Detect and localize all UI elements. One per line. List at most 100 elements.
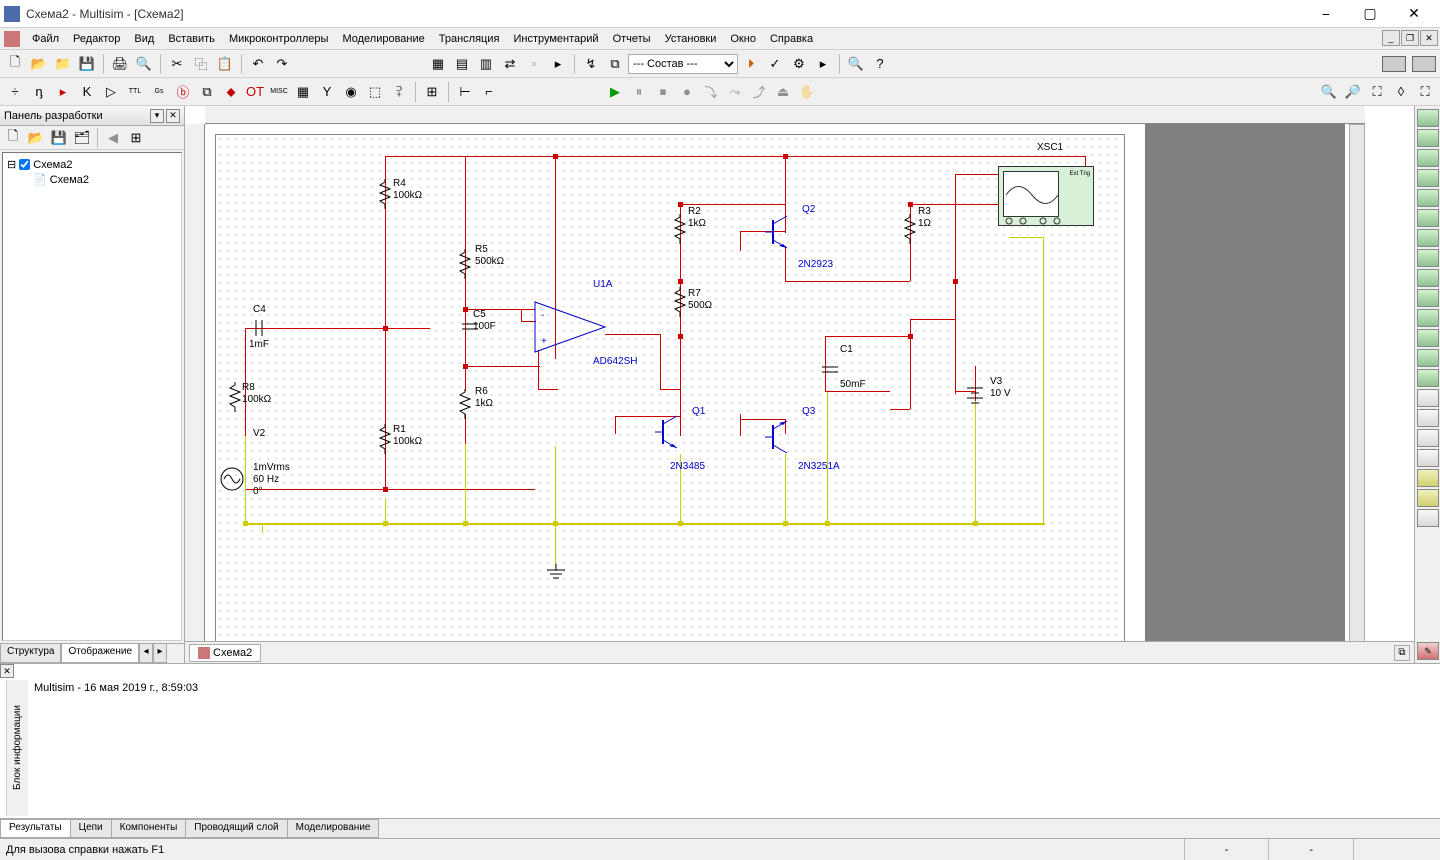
maximize-button[interactable]: ▢ <box>1348 1 1392 27</box>
sim-step-icon[interactable]: ● <box>676 81 698 103</box>
tab-right-arrow[interactable]: ▸ <box>153 644 167 663</box>
cmos-comp-icon[interactable]: Gs <box>148 81 170 103</box>
panel-open-icon[interactable]: 📂 <box>25 127 47 149</box>
panel-prev-icon[interactable]: ◀ <box>102 127 124 149</box>
step-into-icon[interactable]: ⤵ <box>700 81 722 103</box>
panel-saveall-icon[interactable]: 🗂 <box>71 127 93 149</box>
transistor-comp-icon[interactable]: K <box>76 81 98 103</box>
print-icon[interactable]: 🖨 <box>109 53 131 75</box>
step-out-icon[interactable]: ⤴ <box>748 81 770 103</box>
connector-icon[interactable]: ⫀ <box>388 81 410 103</box>
menu-reports[interactable]: Отчеты <box>607 31 657 47</box>
power-comp-icon[interactable]: OT <box>244 81 266 103</box>
bode-icon[interactable] <box>1417 209 1439 227</box>
current-clamp-icon[interactable] <box>1417 509 1439 527</box>
step-over-icon[interactable]: ⤳ <box>724 81 746 103</box>
diode-comp-icon[interactable]: ▸ <box>52 81 74 103</box>
panel-close-button[interactable]: ✕ <box>166 109 180 123</box>
advper-comp-icon[interactable]: ▦ <box>292 81 314 103</box>
tab-display[interactable]: Отображение <box>61 644 139 663</box>
panel-hier-icon[interactable]: ⊞ <box>125 127 147 149</box>
wordgen-icon[interactable] <box>1417 249 1439 267</box>
elec-check-icon[interactable]: ✓ <box>764 53 786 75</box>
tree-child[interactable]: 📄Схема2 <box>7 172 177 187</box>
cross-probe-icon[interactable]: ▫ <box>523 53 545 75</box>
db-manager-icon[interactable]: ▥ <box>475 53 497 75</box>
menu-instr[interactable]: Инструментарий <box>507 31 604 47</box>
sim-stop-icon[interactable]: ⏹ <box>652 81 674 103</box>
oscilloscope-xsc1[interactable]: Ext Trig <box>998 166 1094 226</box>
breadboard-icon[interactable]: ⧉ <box>604 53 626 75</box>
wattmeter-icon[interactable] <box>1417 149 1439 167</box>
menu-view[interactable]: Вид <box>128 31 160 47</box>
funcgen-icon[interactable] <box>1417 129 1439 147</box>
freqcounter-icon[interactable] <box>1417 229 1439 247</box>
new-icon[interactable]: 🗋 <box>4 53 26 75</box>
copy-icon[interactable]: ⿻ <box>190 53 212 75</box>
menu-trans[interactable]: Трансляция <box>433 31 506 47</box>
results-close[interactable]: ✕ <box>0 664 14 678</box>
network-icon[interactable] <box>1417 369 1439 387</box>
zoom-area-icon[interactable]: ⛶ <box>1366 81 1388 103</box>
tree-root-check[interactable] <box>19 159 30 170</box>
logic-analyzer-icon[interactable] <box>1417 269 1439 287</box>
agilent-scope-icon[interactable] <box>1417 409 1439 427</box>
mixed-comp-icon[interactable]: ⧉ <box>196 81 218 103</box>
results-tab-layer[interactable]: Проводящий слой <box>185 819 287 838</box>
menu-sim[interactable]: Моделирование <box>336 31 430 47</box>
results-tab-components[interactable]: Компоненты <box>111 819 187 838</box>
minimize-button[interactable]: − <box>1304 1 1348 27</box>
junction-icon[interactable]: ⌐ <box>478 81 500 103</box>
rf-comp-icon[interactable]: Y <box>316 81 338 103</box>
analog-comp-icon[interactable]: ▷ <box>100 81 122 103</box>
mdi-minimize[interactable]: _ <box>1382 30 1400 46</box>
logic-conv-icon[interactable] <box>1417 289 1439 307</box>
zoom-out-icon[interactable]: 🔎 <box>1342 81 1364 103</box>
basic-comp-icon[interactable]: ᶇ <box>28 81 50 103</box>
results-tab-modeling[interactable]: Моделирование <box>287 819 380 838</box>
tab-structure[interactable]: Структура <box>0 644 61 663</box>
open-icon[interactable]: 📂 <box>28 53 50 75</box>
help-icon[interactable]: ? <box>869 53 891 75</box>
indicator-comp-icon[interactable]: ⬥ <box>220 81 242 103</box>
menu-file[interactable]: Файл <box>26 31 65 47</box>
spectrum-icon[interactable] <box>1417 349 1439 367</box>
close-button[interactable]: ✕ <box>1392 1 1436 27</box>
probe-icon[interactable]: ✎ <box>1417 642 1439 660</box>
misc-comp-icon[interactable]: MISC <box>268 81 290 103</box>
ttl-comp-icon[interactable]: TTL <box>124 81 146 103</box>
menu-edit[interactable]: Редактор <box>67 31 126 47</box>
save-icon[interactable]: 💾 <box>76 53 98 75</box>
cut-icon[interactable]: ✂ <box>166 53 188 75</box>
mdi-close[interactable]: ✕ <box>1420 30 1438 46</box>
undo-icon[interactable]: ↶ <box>247 53 269 75</box>
schematic-canvas[interactable]: -+ Ext Trig XSC1 R4 <box>205 124 1345 641</box>
electromech-icon[interactable]: ◉ <box>340 81 362 103</box>
sim-pause-icon[interactable]: ⏸ <box>628 81 650 103</box>
menu-insert[interactable]: Вставить <box>162 31 221 47</box>
panel-drop-button[interactable]: ▾ <box>150 109 164 123</box>
results-tab-results[interactable]: Результаты <box>0 819 71 838</box>
results-tab-nets[interactable]: Цепи <box>70 819 112 838</box>
open-examples-icon[interactable]: 📁 <box>52 53 74 75</box>
oscilloscope-icon[interactable] <box>1417 169 1439 187</box>
hierarchy-icon[interactable]: ⊞ <box>421 81 443 103</box>
panel-new-icon[interactable]: 🗋 <box>2 127 24 149</box>
agilent-gen-icon[interactable] <box>1417 389 1439 407</box>
distortion-icon[interactable] <box>1417 329 1439 347</box>
ni-icon[interactable]: ⬚ <box>364 81 386 103</box>
hand-icon[interactable]: ✋ <box>796 81 818 103</box>
menu-help[interactable]: Справка <box>764 31 819 47</box>
run-iv-icon[interactable]: ↯ <box>580 53 602 75</box>
print-preview-icon[interactable]: 🔍 <box>133 53 155 75</box>
miscdig-comp-icon[interactable]: ⓑ <box>172 81 194 103</box>
bus-icon[interactable]: ⊢ <box>454 81 476 103</box>
find-icon[interactable]: 🔍 <box>845 53 867 75</box>
mdi-restore[interactable]: ❐ <box>1401 30 1419 46</box>
tek-scope-icon[interactable] <box>1417 449 1439 467</box>
xspice-icon[interactable]: ▸ <box>547 53 569 75</box>
sheet-props-icon[interactable]: ▦ <box>427 53 449 75</box>
paste-icon[interactable]: 📋 <box>214 53 236 75</box>
to-ultiboard-icon[interactable]: ⇄ <box>499 53 521 75</box>
menu-window[interactable]: Окно <box>724 31 762 47</box>
